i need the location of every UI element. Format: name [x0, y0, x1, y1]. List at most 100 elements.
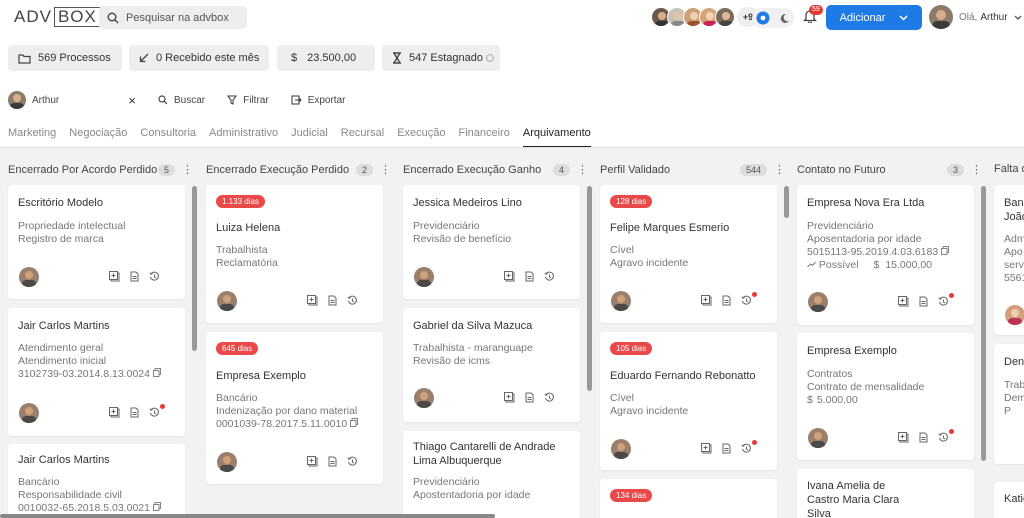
kanban-card[interactable]: 105 dias Eduardo Fernando Rebonatto Cíve…: [600, 332, 777, 470]
document-icon[interactable]: [919, 432, 928, 443]
tab-marketing[interactable]: Marketing: [8, 127, 56, 148]
copy-icon[interactable]: [350, 418, 359, 431]
kanban-card[interactable]: 128 dias Felipe Marques Esmerio Cível Ag…: [600, 185, 777, 323]
card-avatar[interactable]: [808, 428, 828, 448]
document-icon[interactable]: [525, 271, 534, 282]
copy-icon[interactable]: [153, 368, 161, 381]
stat-estagnado[interactable]: 547 Estagnado: [382, 45, 500, 71]
column-menu-icon[interactable]: ⋮: [380, 163, 391, 176]
history-icon[interactable]: [938, 293, 954, 307]
column-scrollbar[interactable]: [784, 186, 789, 218]
column-scrollbar[interactable]: [192, 186, 197, 351]
card-avatar[interactable]: [1005, 305, 1024, 325]
kanban-card[interactable]: 645 dias Empresa Exemplo Bancário Indeni…: [206, 332, 383, 484]
stat-recebido[interactable]: 0 Recebido este mês: [129, 45, 269, 71]
chevron-down-icon[interactable]: [899, 14, 908, 21]
add-task-icon[interactable]: [109, 271, 120, 282]
chevron-down-icon[interactable]: [1014, 15, 1022, 20]
kanban-card[interactable]: Gabriel da Silva Mazuca Trabalhista - ma…: [403, 308, 580, 422]
help-icon[interactable]: [486, 54, 494, 62]
sun-icon[interactable]: [756, 11, 770, 25]
add-task-icon[interactable]: [307, 456, 318, 467]
history-icon[interactable]: [938, 429, 954, 443]
kanban-card[interactable]: Jessica Medeiros Lino Previdenciário Rev…: [403, 185, 580, 299]
card-avatar[interactable]: [217, 291, 237, 311]
tab-judicial[interactable]: Judicial: [291, 127, 328, 148]
kanban-card[interactable]: Jair Carlos Martins Atendimento geral At…: [8, 308, 185, 436]
kanban-card[interactable]: Jair Carlos Martins Bancário Responsabil…: [8, 444, 185, 518]
history-icon[interactable]: [544, 392, 555, 403]
document-icon[interactable]: [328, 295, 337, 306]
add-task-icon[interactable]: [898, 432, 909, 443]
export-button[interactable]: Exportar: [291, 95, 345, 106]
history-icon[interactable]: [741, 440, 757, 454]
history-icon[interactable]: [544, 271, 555, 282]
tab-recursal[interactable]: Recursal: [341, 127, 384, 148]
column-scrollbar[interactable]: [981, 186, 986, 461]
add-task-icon[interactable]: [307, 295, 318, 306]
card-avatar[interactable]: [414, 267, 434, 287]
board-horizontal-scrollbar[interactable]: [0, 514, 495, 518]
clear-filter-icon[interactable]: ×: [128, 93, 136, 108]
card-avatar[interactable]: [808, 292, 828, 312]
add-task-icon[interactable]: [504, 271, 515, 282]
stat-processos[interactable]: 569 Processos: [8, 45, 122, 71]
card-avatar[interactable]: [414, 388, 434, 408]
search-button[interactable]: Buscar: [158, 95, 205, 106]
card-avatar[interactable]: [611, 439, 631, 459]
add-task-icon[interactable]: [109, 407, 120, 418]
document-icon[interactable]: [722, 443, 731, 454]
kanban-card[interactable]: 1.133 dias Luiza Helena Trabalhista Recl…: [206, 185, 383, 323]
filter-button[interactable]: Filtrar: [227, 95, 269, 106]
card-avatar[interactable]: [217, 452, 237, 472]
history-icon[interactable]: [347, 295, 358, 306]
tab-administrativo[interactable]: Administrativo: [209, 127, 278, 148]
history-icon[interactable]: [347, 456, 358, 467]
global-search-input[interactable]: Pesquisar na advbox: [99, 6, 247, 29]
advbox-logo[interactable]: ADV BOX: [14, 7, 101, 27]
add-task-icon[interactable]: [504, 392, 515, 403]
column-scrollbar[interactable]: [587, 186, 592, 391]
tab-negociacao[interactable]: Negociação: [69, 127, 127, 148]
kanban-card[interactable]: Banc João Adm Apo servi 5561: [994, 185, 1024, 335]
copy-icon[interactable]: [941, 246, 950, 259]
kanban-card[interactable]: Empresa Nova Era Ltda Previdenciário Apo…: [797, 185, 974, 325]
kanban-card[interactable]: Thiago Cantarelli de Andrade Lima Albuqu…: [403, 431, 580, 518]
team-avatars[interactable]: +9: [651, 7, 759, 27]
tab-arquivamento[interactable]: Arquivamento: [522, 127, 591, 148]
column-menu-icon[interactable]: ⋮: [971, 163, 982, 176]
column-menu-icon[interactable]: ⋮: [774, 163, 785, 176]
team-avatar[interactable]: [715, 7, 735, 27]
add-task-icon[interactable]: [898, 296, 909, 307]
tab-financeiro[interactable]: Financeiro: [459, 127, 510, 148]
theme-toggle[interactable]: [752, 8, 794, 28]
card-avatar[interactable]: [19, 267, 39, 287]
history-icon[interactable]: [149, 404, 165, 418]
kanban-card[interactable]: Escritório Modelo Propriedade intelectua…: [8, 185, 185, 299]
moon-icon[interactable]: [779, 13, 790, 24]
column-menu-icon[interactable]: ⋮: [577, 163, 588, 176]
add-task-icon[interactable]: [701, 295, 712, 306]
kanban-card[interactable]: Ivana Amelia de Castro Maria Clara Silva: [797, 469, 974, 518]
history-icon[interactable]: [149, 271, 160, 282]
document-icon[interactable]: [130, 407, 139, 418]
stat-valor[interactable]: $ 23.500,00: [277, 45, 375, 71]
kanban-card[interactable]: Deni Trab Dem P: [994, 344, 1024, 464]
kanban-card[interactable]: Katie: [994, 482, 1024, 518]
user-avatar[interactable]: [929, 5, 953, 29]
user-menu[interactable]: Olá, Arthur: [929, 5, 1022, 29]
document-icon[interactable]: [328, 456, 337, 467]
history-icon[interactable]: [741, 292, 757, 306]
tab-execucao[interactable]: Execução: [397, 127, 445, 148]
card-avatar[interactable]: [19, 403, 39, 423]
document-icon[interactable]: [130, 271, 139, 282]
user-filter-chip[interactable]: Arthur ×: [8, 91, 136, 109]
add-task-icon[interactable]: [701, 443, 712, 454]
document-icon[interactable]: [919, 296, 928, 307]
tab-consultoria[interactable]: Consultoria: [140, 127, 196, 148]
document-icon[interactable]: [722, 295, 731, 306]
card-avatar[interactable]: [611, 291, 631, 311]
kanban-card[interactable]: 134 dias: [600, 479, 777, 518]
column-menu-icon[interactable]: ⋮: [182, 163, 193, 176]
document-icon[interactable]: [525, 392, 534, 403]
